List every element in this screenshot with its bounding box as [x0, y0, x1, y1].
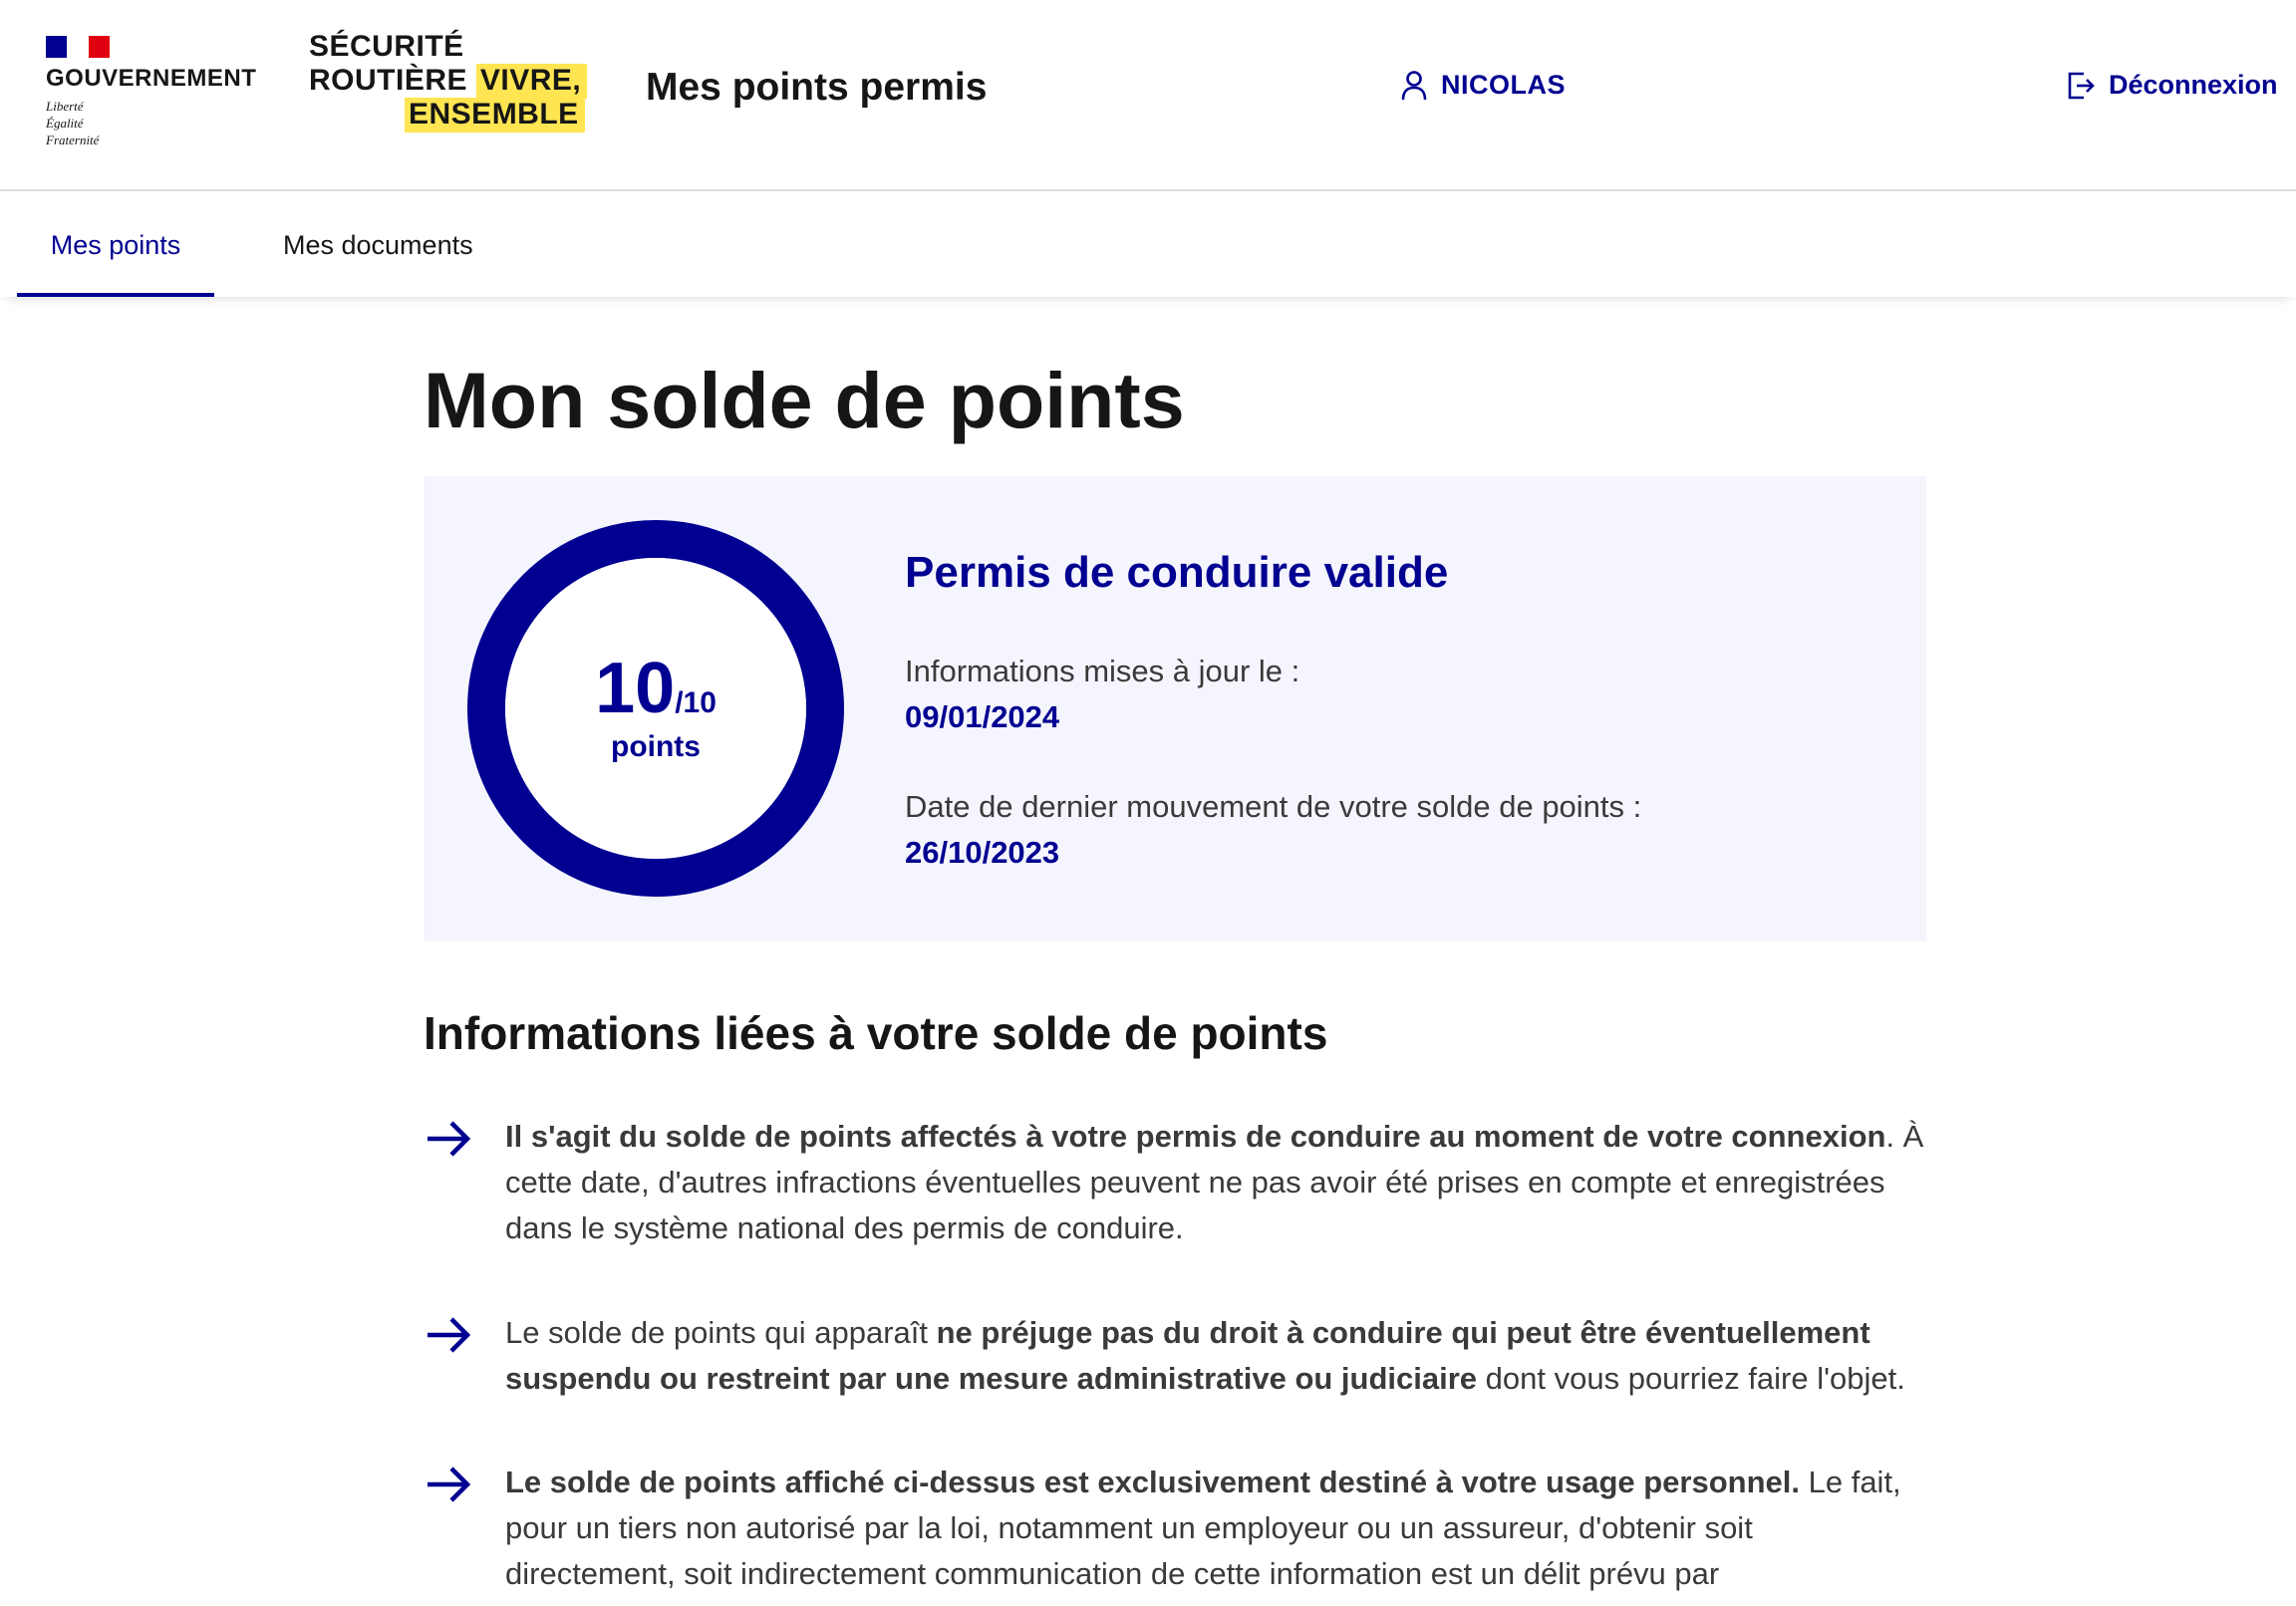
marianne-flag-icon — [46, 36, 110, 58]
logout-button[interactable]: Déconnexion — [2067, 70, 2278, 101]
info-text: Il s'agit du solde de points affectés à … — [505, 1119, 1924, 1245]
gouvernement-logo[interactable]: GOUVERNEMENT Liberté Égalité Fraternité — [46, 36, 265, 148]
logout-label: Déconnexion — [2109, 70, 2278, 100]
gov-name: GOUVERNEMENT — [46, 65, 257, 92]
sr-logo-line-2: ROUTIÈRE VIVRE, — [309, 64, 588, 99]
info-text: Le solde de points qui apparaît ne préju… — [505, 1315, 1905, 1396]
tab-mes-points[interactable]: Mes points — [17, 193, 214, 297]
sr-logo-line-3: ENSEMBLE — [309, 98, 588, 133]
updated-date: 09/01/2024 — [905, 699, 1060, 734]
page-title: Mon solde de points — [424, 356, 1185, 444]
tab-mes-documents[interactable]: Mes documents — [283, 193, 482, 297]
arrow-right-icon — [428, 1317, 471, 1353]
info-text: Le solde de points affiché ci-dessus est… — [505, 1465, 1901, 1591]
arrow-right-icon — [428, 1121, 471, 1157]
gauge-label: 10/10 points — [467, 520, 844, 897]
arrow-right-icon — [428, 1467, 471, 1502]
user-icon — [1401, 70, 1427, 100]
logout-icon — [2068, 72, 2095, 99]
points-score: 10 — [595, 649, 676, 728]
securite-routiere-logo[interactable]: SÉCURITÉ ROUTIÈRE VIVRE, ENSEMBLE — [309, 30, 588, 133]
section-title: Informations liées à votre solde de poin… — [424, 1007, 1328, 1059]
last-move-label: Date de dernier mouvement de votre solde… — [905, 789, 1642, 824]
last-move-date: 26/10/2023 — [905, 835, 1060, 870]
points-balance-card: 10/10 points Permis de conduire valide I… — [424, 476, 1926, 941]
main-navigation: Mes points Mes documents — [0, 193, 2296, 297]
gov-motto: Liberté Égalité Fraternité — [46, 99, 100, 148]
sr-logo-line-1: SÉCURITÉ — [309, 30, 464, 63]
user-name: NICOLAS — [1441, 70, 1566, 100]
updated-label: Informations mises à jour le : — [905, 654, 1300, 688]
service-title[interactable]: Mes points permis — [646, 66, 987, 110]
points-max: /10 — [675, 686, 717, 719]
site-header: GOUVERNEMENT Liberté Égalité Fraternité … — [0, 0, 2296, 191]
points-unit: points — [611, 730, 701, 763]
user-account-link[interactable]: NICOLAS — [1401, 70, 1566, 101]
license-status: Permis de conduire valide — [905, 548, 1449, 597]
